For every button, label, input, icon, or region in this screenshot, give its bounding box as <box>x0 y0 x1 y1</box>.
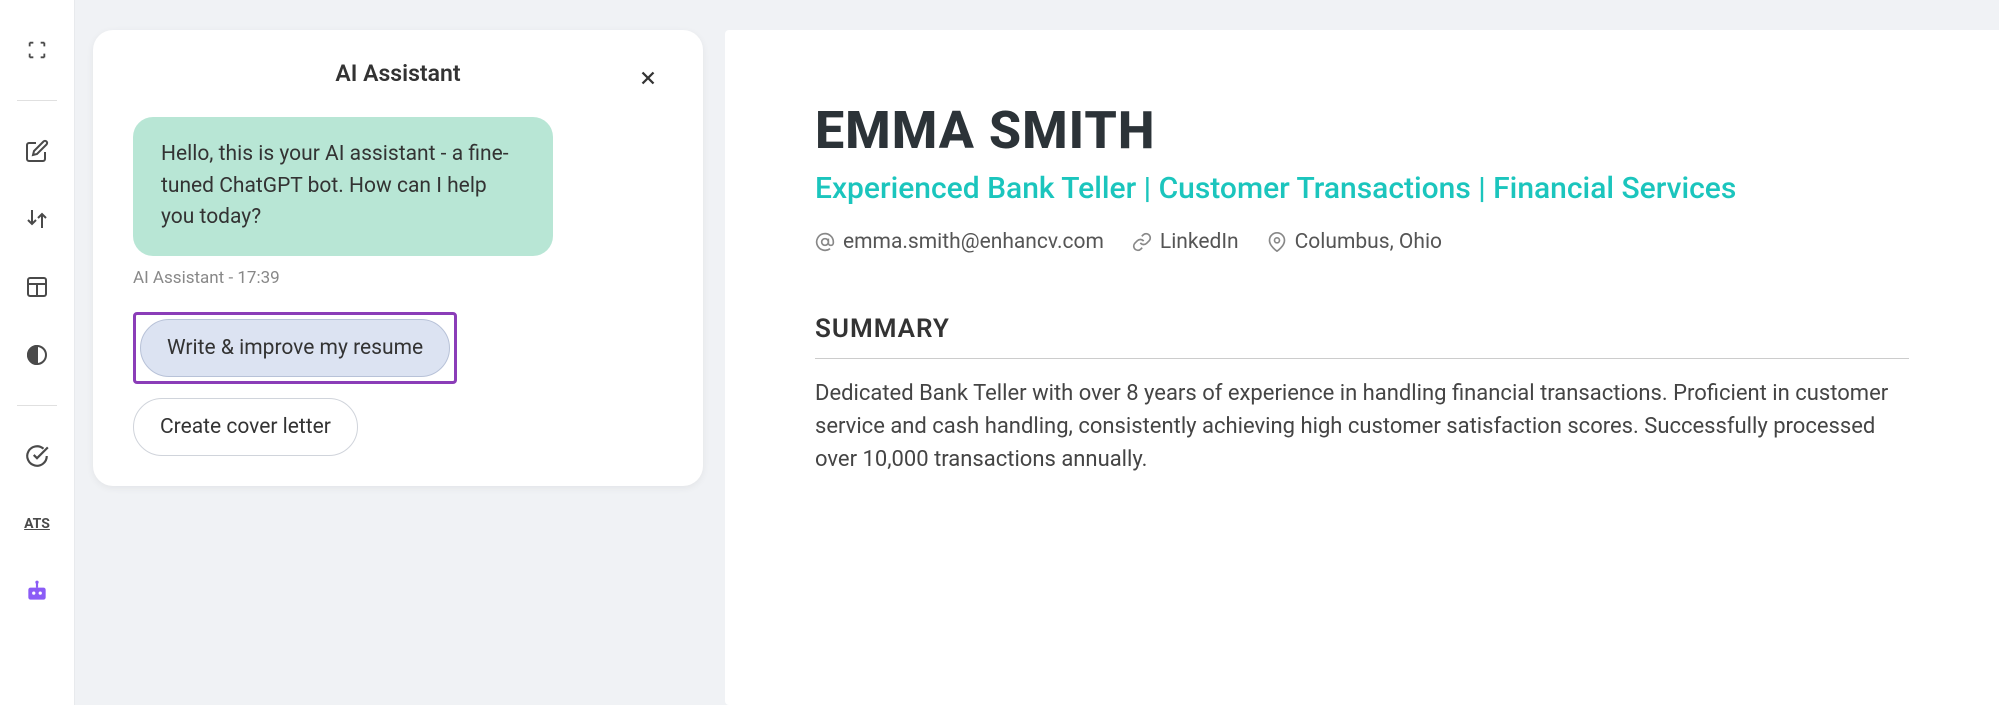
resume-tagline: Experienced Bank Teller | Customer Trans… <box>815 169 1909 210</box>
resume-panel: EMMA SMITH Experienced Bank Teller | Cus… <box>725 30 1999 705</box>
highlight-frame: Write & improve my resume <box>133 312 457 384</box>
resume-name: EMMA SMITH <box>815 100 1909 161</box>
divider <box>17 100 57 101</box>
summary-title: SUMMARY <box>815 314 1909 359</box>
fullscreen-icon[interactable] <box>17 30 57 70</box>
contact-linkedin[interactable]: LinkedIn <box>1132 230 1239 254</box>
close-button[interactable] <box>633 60 663 100</box>
location-icon <box>1267 232 1287 252</box>
link-icon <box>1132 232 1152 252</box>
action-buttons: Write & improve my resume Create cover l… <box>133 312 663 456</box>
chat-title: AI Assistant <box>335 60 460 87</box>
sidebar: ATS <box>0 0 75 705</box>
edit-icon[interactable] <box>17 131 57 171</box>
cover-letter-button[interactable]: Create cover letter <box>133 398 358 456</box>
chat-header: AI Assistant <box>133 60 663 87</box>
ats-icon[interactable]: ATS <box>17 504 57 544</box>
check-icon[interactable] <box>17 436 57 476</box>
ats-label: ATS <box>24 516 50 532</box>
chat-panel: AI Assistant Hello, this is your AI assi… <box>93 30 703 486</box>
summary-text: Dedicated Bank Teller with over 8 years … <box>815 377 1909 476</box>
contact-location: Columbus, Ohio <box>1267 230 1442 254</box>
message-meta: AI Assistant - 17:39 <box>133 268 663 288</box>
contrast-icon[interactable] <box>17 335 57 375</box>
at-icon <box>815 232 835 252</box>
sort-icon[interactable] <box>17 199 57 239</box>
contact-email: emma.smith@enhancv.com <box>815 230 1104 254</box>
assistant-message: Hello, this is your AI assistant - a fin… <box>133 117 553 256</box>
bot-icon[interactable] <box>17 572 57 612</box>
resume-contact: emma.smith@enhancv.com LinkedIn Columbus… <box>815 230 1909 254</box>
write-resume-button[interactable]: Write & improve my resume <box>140 319 450 377</box>
location-text: Columbus, Ohio <box>1295 230 1442 254</box>
close-icon <box>637 67 659 89</box>
layout-icon[interactable] <box>17 267 57 307</box>
linkedin-text: LinkedIn <box>1160 230 1239 254</box>
summary-section: SUMMARY Dedicated Bank Teller with over … <box>815 314 1909 476</box>
email-text: emma.smith@enhancv.com <box>843 230 1104 254</box>
divider <box>17 405 57 406</box>
